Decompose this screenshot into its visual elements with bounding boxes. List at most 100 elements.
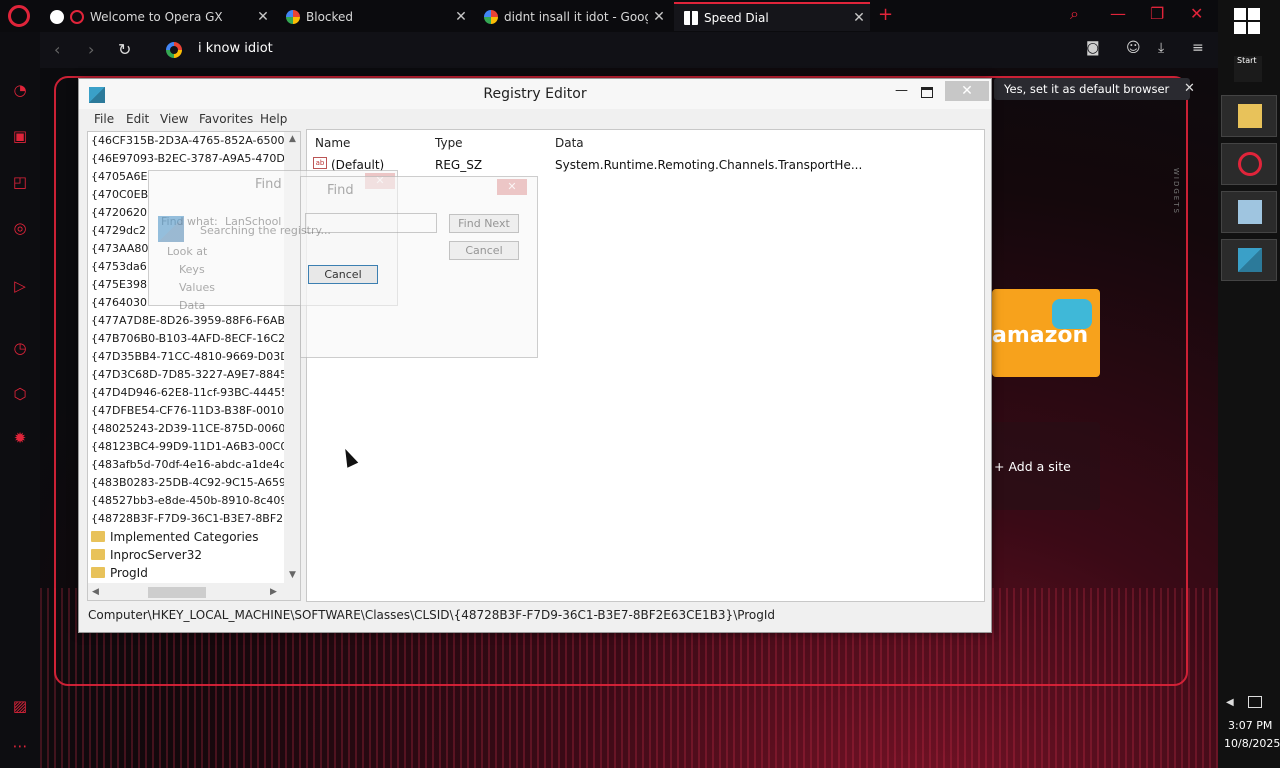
clock-date[interactable]: 10/8/2025 (1224, 737, 1280, 750)
speed-dial-amazon[interactable]: amazon (992, 289, 1100, 377)
tree-item[interactable]: {47D35BB4-71CC-4810-9669-D03D9F... (91, 348, 300, 366)
scroll-left-icon[interactable]: ◀ (92, 587, 99, 597)
tab-close-icon[interactable]: ✕ (648, 9, 670, 25)
tree-item[interactable]: {473AA80 (91, 240, 148, 258)
menu-help[interactable]: Help (260, 112, 287, 126)
tab-close-icon[interactable]: ✕ (252, 9, 274, 25)
column-header-type[interactable]: Type (435, 136, 463, 150)
check-values[interactable]: Values (179, 281, 215, 294)
camera-icon[interactable]: ◙ (1086, 40, 1100, 56)
forward-icon[interactable]: › (88, 40, 94, 59)
find-next-button[interactable]: Find Next (449, 214, 519, 233)
tree-folder-implemented-categories[interactable]: Implemented Categories (91, 528, 258, 546)
folder-icon (1238, 104, 1262, 128)
taskbar-monitor[interactable] (1221, 191, 1277, 233)
tree-item[interactable]: {46E97093-B2EC-3787-A9A5-470D1A... (91, 150, 300, 168)
minimize-button[interactable]: — (895, 83, 908, 98)
tab-blocked[interactable]: Blocked ✕ (276, 2, 472, 31)
taskbar-explorer[interactable] (1221, 95, 1277, 137)
speedometer-icon[interactable]: ◔ (10, 80, 30, 100)
tree-item[interactable]: {46CF315B-2D3A-4765-852A-6500C4... (91, 132, 300, 150)
tab-close-icon[interactable]: ✕ (450, 9, 472, 25)
taskbar-opera[interactable] (1221, 143, 1277, 185)
opera-logo-icon[interactable] (8, 5, 30, 27)
download-icon[interactable]: ⤓ (1158, 40, 1164, 56)
cancel-button-ghost[interactable]: Cancel (449, 241, 519, 260)
tab-speed-dial[interactable]: Speed Dial ✕ (674, 2, 870, 31)
tree-item[interactable]: {48025243-2D39-11CE-875D-00608CE... (91, 420, 300, 438)
cancel-search-button[interactable]: Cancel (308, 265, 378, 284)
tree-item[interactable]: {48527bb3-e8de-450b-8910-8c4099c... (91, 492, 300, 510)
tree-item[interactable]: {477A7D8E-8D26-3959-88F6-F6AB7E... (91, 312, 300, 330)
close-window-icon[interactable]: ✕ (1190, 4, 1203, 23)
menu-icon[interactable]: ≡ (1192, 40, 1204, 56)
tree-item[interactable]: {4753da6 (91, 258, 147, 276)
tree-horizontal-scrollbar[interactable]: ◀ ▶ (88, 583, 300, 600)
reload-icon[interactable]: ↻ (118, 40, 131, 59)
tab-close-icon[interactable]: ✕ (848, 10, 870, 26)
tree-item[interactable]: {48123BC4-99D9-11D1-A6B3-00C04F... (91, 438, 300, 456)
windows-start-icon[interactable] (1234, 8, 1260, 34)
scroll-down-icon[interactable]: ▼ (289, 570, 296, 580)
tree-folder-inprocserver32[interactable]: InprocServer32 (91, 546, 202, 564)
tab-google-search[interactable]: didnt insall it idot - Google ✕ (474, 2, 670, 31)
taskbar-regedit[interactable] (1221, 239, 1277, 281)
tree-item[interactable]: {47D4D946-62E8-11cf-93BC-4445535... (91, 384, 300, 402)
google-icon (166, 42, 182, 58)
menu-view[interactable]: View (160, 112, 188, 126)
close-button[interactable]: ✕ (945, 81, 989, 101)
player-icon[interactable]: ▷ (10, 276, 30, 296)
tree-item[interactable]: {4705A6E (91, 168, 147, 186)
settings-icon[interactable]: ✹ (10, 428, 30, 448)
more-icon[interactable]: ⋯ (10, 736, 30, 756)
set-default-button[interactable]: Yes, set it as default browser (994, 78, 1190, 100)
gallery-icon[interactable]: ▨ (10, 696, 30, 716)
account-icon[interactable]: ☺ (1126, 40, 1141, 56)
new-tab-button[interactable]: + (878, 4, 893, 25)
tab-welcome[interactable]: Welcome to Opera GX ✕ (40, 2, 274, 31)
search-icon[interactable]: ⌕ (1070, 4, 1079, 24)
tree-item[interactable]: {483B0283-25DB-4C92-9C15-A65925... (91, 474, 300, 492)
tree-item[interactable]: {47DFBE54-CF76-11D3-B38F-00105A... (91, 402, 300, 420)
clock-time[interactable]: 3:07 PM (1228, 719, 1272, 732)
url-input[interactable]: i know idiot (198, 41, 273, 56)
column-header-data[interactable]: Data (555, 136, 584, 150)
tree-item[interactable]: {47D3C68D-7D85-3227-A9E7-88451D... (91, 366, 300, 384)
bag-icon[interactable]: ▣ (10, 126, 30, 146)
scroll-up-icon[interactable]: ▲ (289, 134, 296, 144)
twitch-icon[interactable]: ◰ (10, 172, 30, 192)
find-dialog-close-icon[interactable]: ✕ (497, 179, 527, 195)
network-icon[interactable] (1248, 696, 1262, 708)
tree-item[interactable]: {48728B3F-F7D9-36C1-B3E7-8BF2E63... (91, 510, 300, 528)
column-header-name[interactable]: Name (315, 136, 350, 150)
tree-item[interactable]: {470C0EB (91, 186, 148, 204)
minimize-icon[interactable]: — (1110, 4, 1126, 23)
globe-icon (50, 9, 64, 24)
scroll-right-icon[interactable]: ▶ (270, 587, 277, 597)
menu-edit[interactable]: Edit (126, 112, 149, 126)
check-data[interactable]: Data (179, 299, 205, 312)
tree-item[interactable]: {4720620 (91, 204, 147, 222)
cube-icon[interactable]: ⬡ (10, 384, 30, 404)
tree-folder-progid[interactable]: ProgId (91, 564, 148, 582)
tree-item[interactable]: {475E398 (91, 276, 147, 294)
widgets-label[interactable]: WIDGETS (1172, 168, 1180, 215)
maximize-icon[interactable] (921, 87, 933, 98)
history-icon[interactable]: ◷ (10, 338, 30, 358)
tray-expand-icon[interactable]: ◀ (1226, 697, 1234, 708)
add-site-label[interactable]: + Add a site (994, 459, 1071, 474)
restore-icon[interactable]: ❐ (1150, 4, 1164, 23)
scroll-thumb[interactable] (148, 587, 206, 598)
instagram-icon[interactable]: ◎ (10, 218, 30, 238)
tree-item[interactable]: {483afb5d-70df-4e16-abdc-a1de4d0... (91, 456, 300, 474)
tree-item[interactable]: {47B706B0-B103-4AFD-8ECF-16C2DC... (91, 330, 300, 348)
tree-item[interactable]: {4729dc2 (91, 222, 146, 240)
menu-bar: File Edit View Favorites Help (79, 110, 991, 130)
back-icon[interactable]: ‹ (54, 40, 60, 59)
menu-favorites[interactable]: Favorites (199, 112, 253, 126)
window-titlebar[interactable]: Registry Editor — ✕ (79, 79, 991, 109)
menu-file[interactable]: File (94, 112, 114, 126)
banner-close-icon[interactable]: ✕ (1184, 81, 1195, 96)
tree-item[interactable]: {4764030 (91, 294, 147, 312)
check-keys[interactable]: Keys (179, 263, 205, 276)
